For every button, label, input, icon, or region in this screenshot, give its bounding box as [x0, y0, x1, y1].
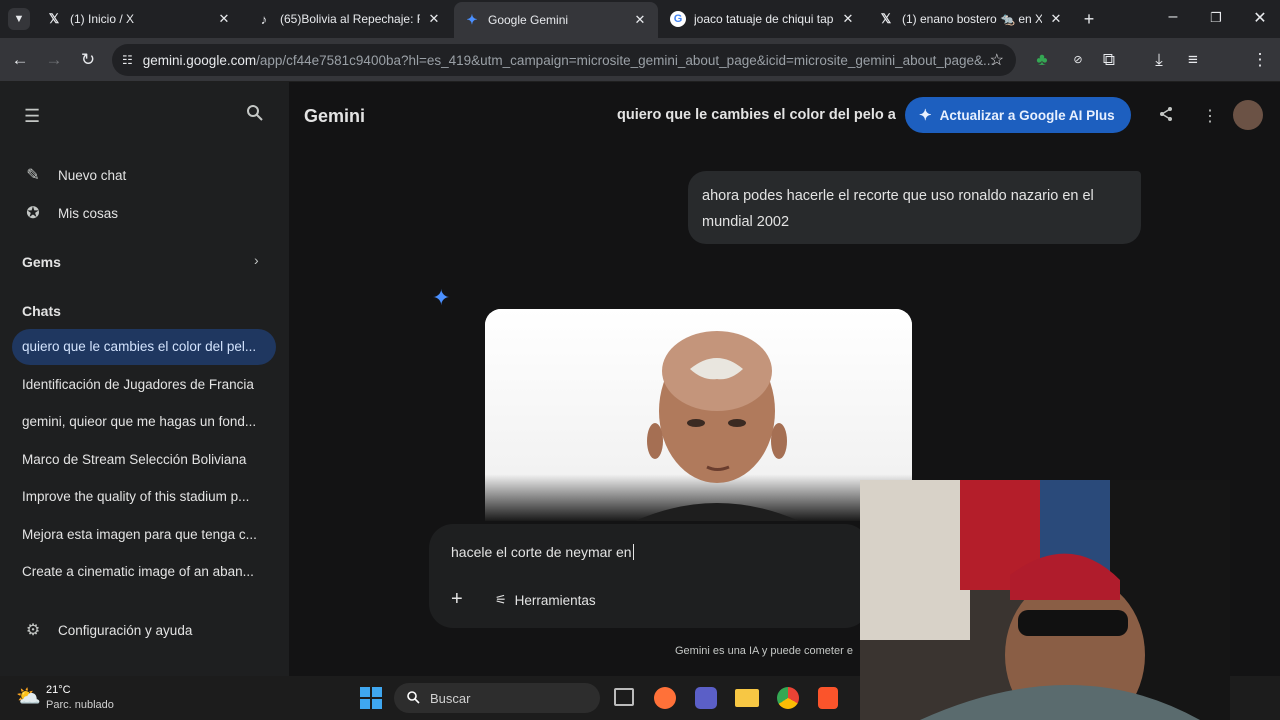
- search-icon: [406, 690, 420, 707]
- reload-button[interactable]: ↻: [76, 48, 100, 72]
- gems-heading[interactable]: Gems: [22, 254, 61, 270]
- chat-item[interactable]: Mejora esta imagen para que tenga c...: [12, 517, 276, 553]
- tab-title: (65)Bolivia al Repechaje: Re: [280, 12, 420, 26]
- disclaimer-text: Gemini es una IA y puede cometer e: [675, 645, 853, 657]
- chat-item[interactable]: gemini, quieor que me hagas un fond...: [12, 404, 276, 440]
- sidebar: ☰ ✎ Nuevo chat ✪ Mis cosas Gems › Chats …: [0, 82, 289, 676]
- tools-label: Herramientas: [514, 592, 596, 608]
- tab-title: joaco tatuaje de chiqui tapia: [694, 12, 834, 26]
- chats-heading: Chats: [22, 303, 61, 319]
- temperature-text: 21°C: [46, 684, 71, 696]
- taskbar-search[interactable]: Buscar: [394, 683, 600, 713]
- new-chat-label: Nuevo chat: [58, 167, 127, 183]
- x-logo-icon: 𝕏: [48, 11, 60, 26]
- new-tab-button[interactable]: +: [1078, 8, 1100, 30]
- weather-text: Parc. nublado: [46, 699, 114, 711]
- tab-title: (1) enano bostero 🐀 en X: ": [902, 12, 1042, 26]
- bookmark-star-icon[interactable]: ☆: [990, 50, 1004, 70]
- weather-icon[interactable]: ⛅: [16, 684, 41, 709]
- edit-icon: ✎: [26, 167, 40, 184]
- my-stuff-button[interactable]: ✪ Mis cosas: [12, 195, 118, 231]
- new-chat-button[interactable]: ✎ Nuevo chat: [12, 157, 126, 193]
- chevron-right-icon[interactable]: ›: [254, 252, 259, 268]
- url-host: gemini.google.com: [142, 52, 257, 68]
- site-info-icon[interactable]: ☷: [122, 53, 133, 67]
- task-view-icon[interactable]: [614, 688, 634, 706]
- minimize-button[interactable]: –: [1161, 8, 1185, 26]
- download-icon[interactable]: ⤓: [1147, 48, 1171, 72]
- url-path: /app/cf44e7581c9400ba?hl=es_419&utm_camp…: [256, 52, 995, 68]
- chat-item[interactable]: quiero que le cambies el color del pel..…: [12, 329, 276, 365]
- forward-button[interactable]: →: [42, 48, 66, 72]
- webcam-overlay: [860, 480, 1230, 720]
- close-icon[interactable]: ✕: [632, 12, 648, 28]
- tab-x-inicio[interactable]: 𝕏 (1) Inicio / X ✕: [36, 4, 242, 34]
- tab-google-gemini[interactable]: ✦ Google Gemini ✕: [454, 2, 658, 38]
- media-control-icon[interactable]: ≡: [1181, 48, 1205, 72]
- user-message: ahora podes hacerle el recorte que uso r…: [688, 171, 1141, 244]
- user-avatar[interactable]: [1233, 100, 1263, 130]
- chat-item[interactable]: Improve the quality of this stadium p...: [12, 479, 276, 515]
- extension-icon[interactable]: ♣: [1030, 48, 1054, 72]
- hamburger-menu-icon[interactable]: ☰: [24, 106, 40, 127]
- more-options-icon[interactable]: ⋮: [1202, 106, 1218, 126]
- app-title: Gemini: [304, 106, 366, 126]
- restore-button[interactable]: ❐: [1204, 10, 1228, 26]
- gemini-star-icon: ✦: [432, 285, 451, 310]
- google-icon: G: [670, 11, 686, 27]
- upgrade-button[interactable]: ✦ Actualizar a Google AI Plus: [905, 97, 1131, 133]
- close-icon[interactable]: ✕: [840, 11, 856, 27]
- tiktok-icon: ♪: [260, 11, 268, 27]
- upgrade-label: Actualizar a Google AI Plus: [939, 107, 1115, 123]
- generated-image[interactable]: [485, 309, 912, 521]
- tools-button[interactable]: ⚟ Herramientas: [495, 592, 596, 608]
- share-icon[interactable]: [1158, 106, 1174, 127]
- brave-icon[interactable]: [818, 687, 838, 709]
- tools-icon: ⚟: [495, 592, 507, 607]
- close-icon[interactable]: ✕: [1048, 11, 1064, 27]
- tab-search-button[interactable]: ▼: [8, 8, 30, 30]
- browser-toolbar: ← → ↻ ☷ gemini.google.com /app/cf44e7581…: [0, 38, 1280, 107]
- prompt-input[interactable]: hacele el corte de neymar en: [451, 544, 634, 560]
- teams-icon[interactable]: [695, 687, 717, 709]
- tab-google-search[interactable]: G joaco tatuaje de chiqui tapia ✕: [660, 4, 866, 34]
- settings-help-button[interactable]: ⚙ Configuración y ayuda: [12, 612, 193, 648]
- adblock-off-icon[interactable]: ⊘: [1066, 48, 1090, 72]
- back-button[interactable]: ←: [8, 48, 32, 72]
- close-icon[interactable]: ✕: [216, 11, 232, 27]
- file-explorer-icon[interactable]: [735, 689, 759, 707]
- chat-item[interactable]: Marco de Stream Selección Boliviana: [12, 442, 276, 478]
- chat-item[interactable]: Create a cinematic image of an aban...: [12, 554, 276, 590]
- close-window-button[interactable]: ✕: [1248, 8, 1272, 28]
- address-bar[interactable]: ☷ gemini.google.com /app/cf44e7581c9400b…: [112, 44, 1016, 76]
- chrome-icon[interactable]: [777, 687, 799, 709]
- tab-title: (1) Inicio / X: [70, 12, 135, 26]
- gemini-icon: ✦: [466, 12, 478, 27]
- sparkle-icon: ✦: [919, 107, 932, 124]
- prompt-input-box[interactable]: hacele el corte de neymar en + ⚟ Herrami…: [429, 524, 869, 628]
- search-icon[interactable]: [246, 104, 264, 127]
- conversation-title[interactable]: quiero que le cambies el color del pelo …: [617, 107, 896, 123]
- close-icon[interactable]: ✕: [426, 11, 442, 27]
- my-stuff-label: Mis cosas: [58, 205, 119, 221]
- extensions-puzzle-icon[interactable]: ⧉: [1097, 48, 1121, 72]
- browser-menu-icon[interactable]: ⋮: [1248, 48, 1272, 72]
- tab-title: Google Gemini: [488, 13, 569, 27]
- tab-tiktok[interactable]: ♪ (65)Bolivia al Repechaje: Re ✕: [246, 4, 452, 34]
- x-logo-icon: 𝕏: [880, 11, 892, 26]
- gear-icon: ⚙: [25, 622, 41, 639]
- portrait-image: [485, 309, 912, 521]
- tab-bar: ▼ 𝕏 (1) Inicio / X ✕ ♪ (65)Bolivia al Re…: [0, 0, 1280, 38]
- chat-item[interactable]: Identificación de Jugadores de Francia: [12, 367, 276, 403]
- tab-x-enano[interactable]: 𝕏 (1) enano bostero 🐀 en X: " ✕: [868, 4, 1074, 34]
- settings-label: Configuración y ayuda: [58, 622, 193, 638]
- search-placeholder: Buscar: [430, 690, 471, 706]
- webcam-feed-image: [860, 480, 1230, 720]
- stuff-icon: ✪: [26, 205, 40, 222]
- windows-start-icon[interactable]: [360, 687, 382, 709]
- firefox-icon[interactable]: [654, 687, 676, 709]
- add-attachment-icon[interactable]: +: [451, 588, 463, 611]
